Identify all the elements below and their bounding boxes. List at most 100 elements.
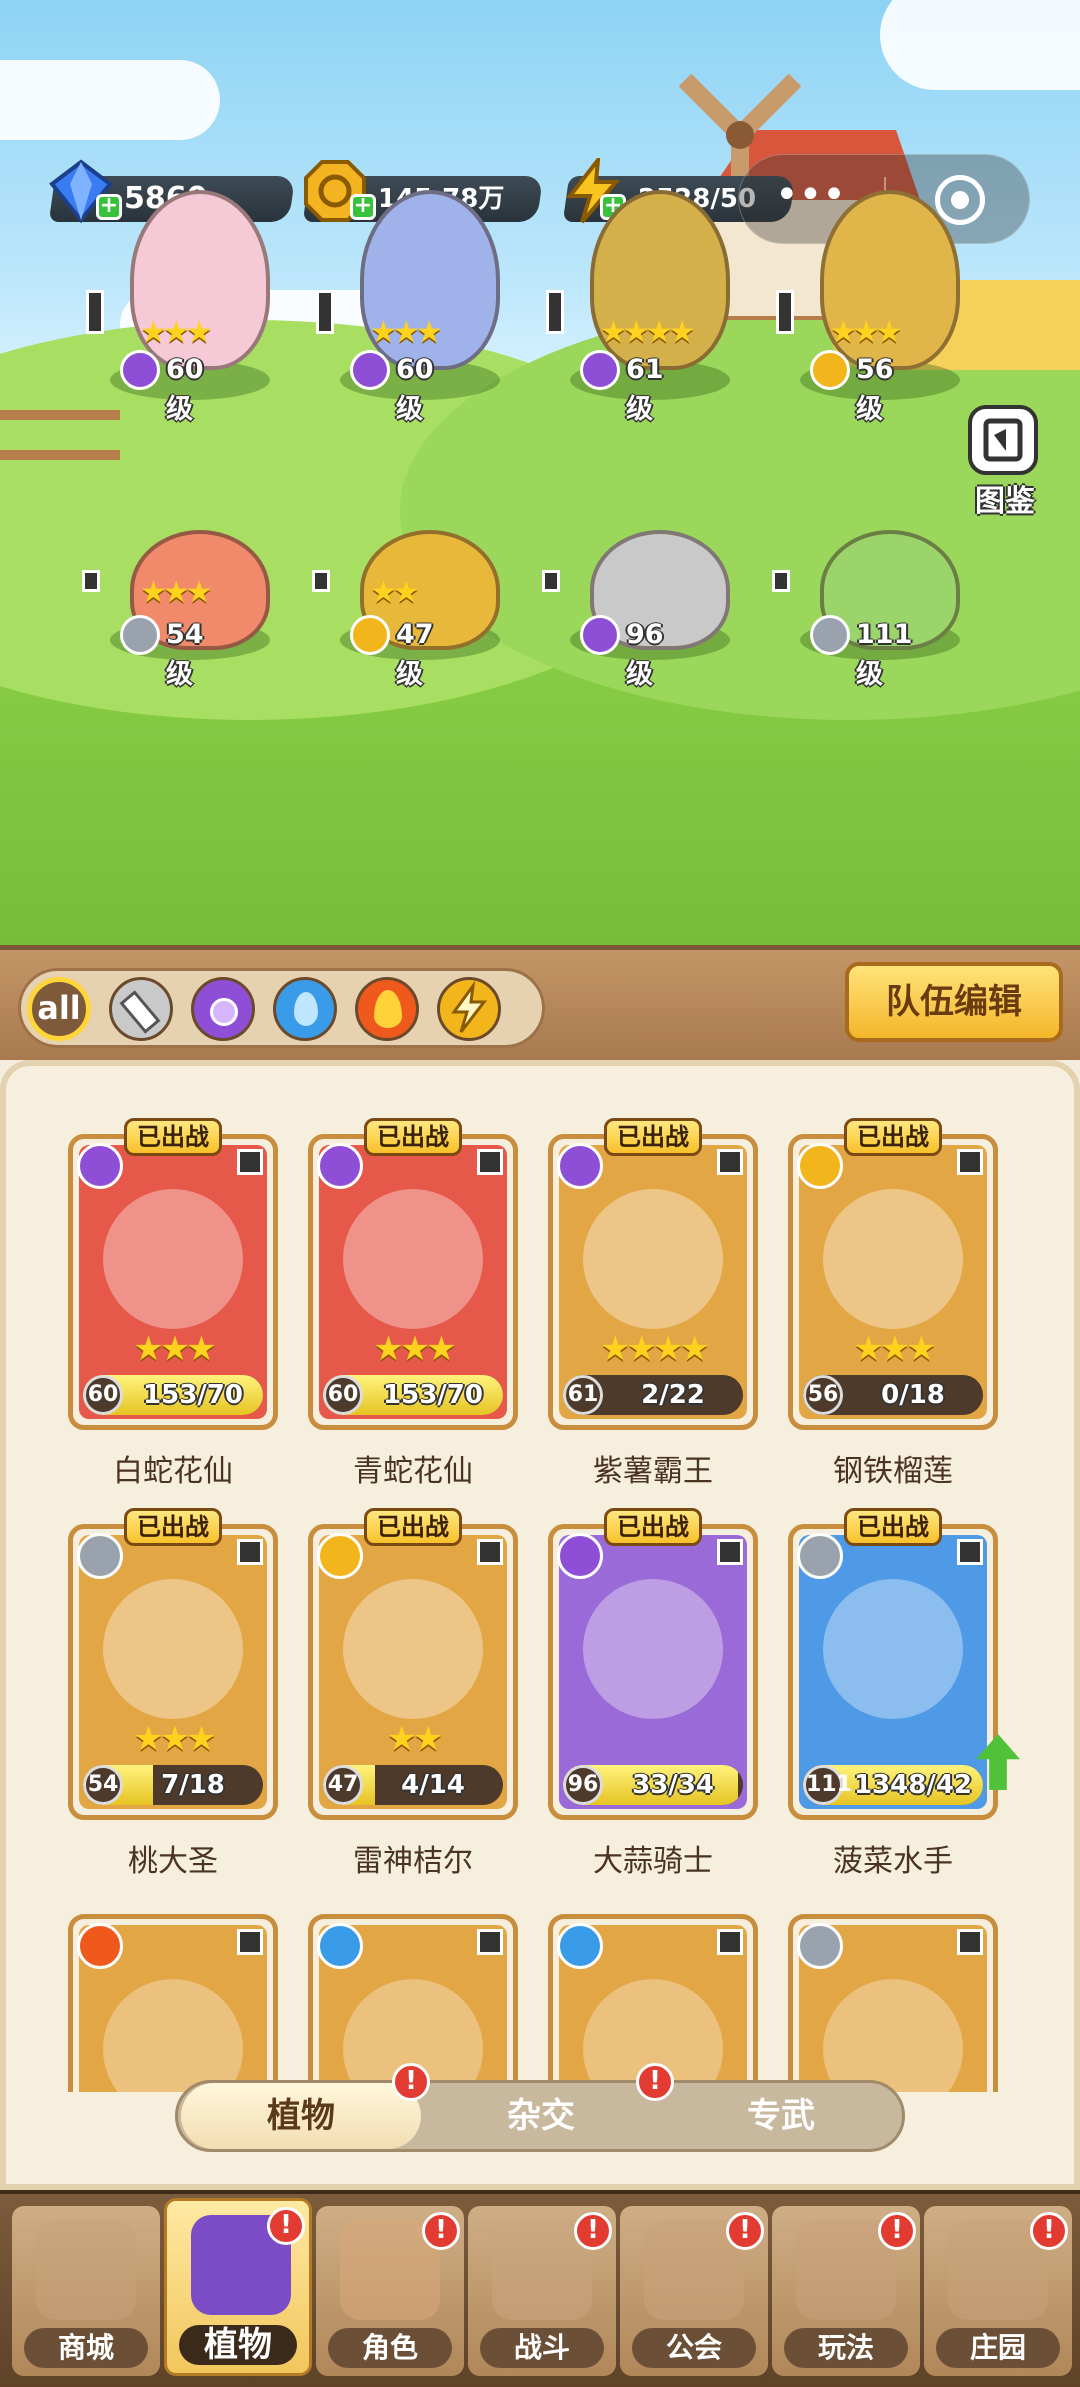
plant-name: 紫薯霸王 [593,1454,713,1489]
nav-item-4[interactable]: 公会! [620,2206,768,2376]
card-stars: ★★★ [133,1329,216,1369]
potion-icon [210,998,238,1026]
tab-plants[interactable]: 植物 [181,2083,421,2149]
shard-count: 1348/42 [853,1770,973,1800]
sword-icon [119,990,161,1034]
poison-element-icon [557,1533,603,1579]
lightning-element-icon [797,1143,843,1189]
filter-water-button[interactable] [273,977,337,1041]
team-edit-button[interactable]: 队伍编辑 [845,962,1063,1042]
card-stars: ★★ [386,1719,444,1759]
plant-portrait [343,1579,483,1719]
formation-grid-icon [546,290,564,334]
plant-card[interactable]: 111 1348/42 [788,1524,998,1820]
unit-stars: ★★★ [140,315,213,350]
formation-grid-icon [477,1149,503,1175]
shard-progress-bar: 47 4/14 [323,1765,503,1805]
formation-grid-icon [542,570,560,592]
unit-stars: ★★★ [370,315,443,350]
deployed-badge: 已出战 [124,1508,222,1546]
nav-item-5[interactable]: 玩法! [772,2206,920,2376]
formation-grid-icon [717,1149,743,1175]
filter-poison-button[interactable] [191,977,255,1041]
card-level: 47 [323,1765,363,1805]
nav-alert-icon: ! [726,2212,764,2250]
formation-grid-icon [316,290,334,334]
shard-count: 33/34 [632,1770,714,1800]
nav-item-6[interactable]: 庄园! [924,2206,1072,2376]
shard-progress-bar: 56 0/18 [803,1375,983,1415]
shard-progress-bar: 96 33/34 [563,1765,743,1805]
filter-toolbar: all 队伍编辑 [0,945,1080,1060]
nav-alert-icon: ! [878,2212,916,2250]
formation-grid-icon [312,570,330,592]
plant-portrait [823,1579,963,1719]
element-filter-bar: all [18,968,545,1048]
sword-element-icon [810,615,850,655]
plant-name: 雷神桔尔 [353,1844,473,1879]
filter-lightning-button[interactable] [437,977,501,1041]
plant-card[interactable]: ★★ 47 4/14 [308,1524,518,1820]
card-level: 60 [323,1375,363,1415]
codex-label[interactable]: 图鉴 [965,476,1045,520]
plant-card[interactable]: ★★★ 60 153/70 [308,1134,518,1430]
add-gold-button[interactable]: + [350,194,376,220]
cloud [880,0,1080,90]
formation-grid-icon [477,1539,503,1565]
collection-tab-switch: 植物 杂交 专武 [175,2080,905,2152]
plant-card[interactable]: ★★★ 60 153/70 [68,1134,278,1430]
card-stars: ★★★ [373,1329,456,1369]
card-stars: ★★★ [853,1329,936,1369]
formation-grid-icon [477,1929,503,1955]
plant-card[interactable] [788,1914,998,2092]
fire-element-icon [77,1923,123,1969]
unit-level: 96级 [626,619,664,690]
unit-level: 60级 [166,354,204,425]
card-level: 54 [83,1765,123,1805]
lightning-icon [451,980,488,1033]
target-close-icon[interactable] [935,175,985,225]
filter-fire-button[interactable] [355,977,419,1041]
unit-level: 47级 [396,619,434,690]
poison-element-icon [120,350,160,390]
formation-grid-icon [82,570,100,592]
tab-hybrid-alert-icon: ! [636,2063,674,2101]
card-level: 56 [803,1375,843,1415]
tab-exclusive-weapon[interactable]: 专武 [661,2083,901,2149]
plant-card[interactable]: ★★★ 56 0/18 [788,1134,998,1430]
nav-item-2[interactable]: 角色! [316,2206,464,2376]
deployed-badge: 已出战 [604,1118,702,1156]
shard-count: 153/70 [143,1380,243,1410]
shard-count: 153/70 [383,1380,483,1410]
tab-hybrid[interactable]: 杂交 [421,2083,661,2149]
card-level: 61 [563,1375,603,1415]
plant-name: 大蒜骑士 [593,1844,713,1879]
nav-label: 庄园 [936,2328,1060,2368]
formation-grid-icon [237,1929,263,1955]
plant-portrait [343,1189,483,1329]
plant-card[interactable]: ★★★★ 61 2/22 [548,1134,758,1430]
plant-name: 白蛇花仙 [113,1454,233,1489]
nav-item-3[interactable]: 战斗! [468,2206,616,2376]
codex-icon[interactable] [968,405,1038,475]
fence [0,410,120,460]
card-level: 96 [563,1765,603,1805]
nav-label: 植物 [179,2325,297,2365]
shard-count: 2/22 [641,1380,705,1410]
nav-item-1[interactable]: 植物! [164,2198,312,2376]
plant-card[interactable]: 96 33/34 [548,1524,758,1820]
battle-field-scene: 5860 + 145.78万 + 2528/50 + ••• 图鉴 ★★★ 60… [0,0,1080,945]
plant-card[interactable] [68,1914,278,2092]
unit-level: 61级 [626,354,664,425]
nav-label: 商城 [24,2328,148,2368]
filter-all-button[interactable]: all [27,977,91,1041]
add-diamond-button[interactable]: + [96,194,122,220]
fire-icon [374,990,402,1028]
formation-grid-icon [776,290,794,334]
nav-label: 公会 [632,2328,756,2368]
shard-progress-bar: 61 2/22 [563,1375,743,1415]
filter-sword-button[interactable] [109,977,173,1041]
unit-stars: ★★ [370,575,420,610]
plant-card[interactable]: ★★★ 54 7/18 [68,1524,278,1820]
nav-item-0[interactable]: 商城 [12,2206,160,2376]
